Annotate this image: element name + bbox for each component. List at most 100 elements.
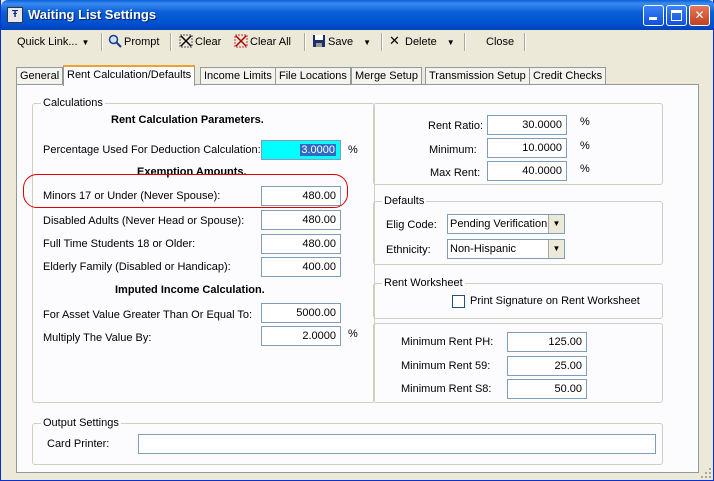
output-settings-legend: Output Settings [41, 417, 121, 429]
toolbar-separator [170, 33, 172, 51]
rent-ratio-group: Rent Ratio: 30.0000 % Minimum: 10.0000 %… [373, 103, 663, 185]
minimum-rent-group: Minimum Rent PH: 125.00 Minimum Rent 59:… [373, 323, 663, 403]
prompt-button[interactable]: Prompt [108, 33, 159, 51]
annotation-oval [23, 174, 348, 208]
clear-all-label: Clear All [250, 36, 291, 48]
min-rent-s8-label: Minimum Rent S8: [401, 383, 492, 395]
imputed-income-heading: Imputed Income Calculation. [115, 284, 265, 296]
toolbar-separator [101, 33, 103, 51]
save-button[interactable]: Save ▼ [312, 33, 371, 51]
rent-ratio-label: Rent Ratio: [428, 120, 484, 132]
minimize-button[interactable] [643, 5, 664, 26]
delete-x-icon: ✕ [389, 34, 400, 49]
window-title: Waiting List Settings [28, 7, 157, 22]
deduction-percentage-field[interactable]: 3.0000 [261, 140, 341, 160]
clear-grid-icon [179, 34, 193, 48]
chevron-down-icon[interactable]: ▼ [548, 240, 564, 258]
clear-all-icon [234, 34, 248, 48]
tab-income-limits[interactable]: Income Limits [200, 67, 276, 85]
tab-credit-checks[interactable]: Credit Checks [529, 67, 607, 85]
print-signature-label[interactable]: Print Signature on Rent Worksheet [470, 295, 640, 307]
toolbar-separator [524, 33, 526, 51]
quick-link-button[interactable]: Quick Link... ▼ [17, 33, 89, 51]
min-rent-ph-field[interactable]: 125.00 [507, 332, 587, 352]
waiting-list-settings-window: Ŧ Waiting List Settings ✕ Quick Link... ▼… [0, 0, 714, 481]
students-label: Full Time Students 18 or Older: [43, 238, 196, 250]
resize-grip-icon[interactable] [700, 467, 712, 479]
elderly-label: Elderly Family (Disabled or Handicap): [43, 261, 231, 273]
max-rent-field[interactable]: 40.0000 [487, 161, 567, 181]
tab-file-locations[interactable]: File Locations [275, 67, 351, 85]
minimum-unit: % [580, 140, 590, 152]
print-signature-checkbox[interactable] [452, 295, 465, 308]
minimize-icon [649, 17, 657, 20]
multiply-unit: % [348, 328, 358, 340]
rent-ratio-unit: % [580, 116, 590, 128]
chevron-down-icon[interactable]: ▼ [548, 215, 564, 233]
close-button[interactable]: Close [486, 33, 514, 51]
tab-transmission-setup[interactable]: Transmission Setup [425, 67, 530, 85]
minimum-field[interactable]: 10.0000 [487, 138, 567, 158]
rent-ratio-field[interactable]: 30.0000 [487, 115, 567, 135]
ethnicity-value: Non-Hispanic [450, 243, 517, 255]
min-rent-s8-field[interactable]: 50.00 [507, 379, 587, 399]
calculations-group: Calculations Rent Calculation Parameters… [32, 97, 375, 403]
toolbar-separator [304, 33, 306, 51]
toolbar-separator [464, 33, 466, 51]
rent-worksheet-group: Rent Worksheet Print Signature on Rent W… [373, 277, 663, 319]
delete-label: Delete [405, 36, 437, 48]
rent-worksheet-legend: Rent Worksheet [382, 277, 465, 289]
title-bar[interactable]: Ŧ Waiting List Settings ✕ [1, 0, 714, 30]
min-rent-ph-label: Minimum Rent PH: [401, 336, 494, 348]
students-field[interactable]: 480.00 [261, 234, 341, 254]
deduction-value: 3.0000 [300, 144, 336, 156]
rent-parameters-heading: Rent Calculation Parameters. [111, 114, 264, 126]
clear-label: Clear [195, 36, 222, 48]
app-icon: Ŧ [7, 7, 23, 23]
min-rent-59-label: Minimum Rent 59: [401, 360, 491, 372]
ethnicity-label: Ethnicity: [386, 244, 431, 256]
elig-code-select[interactable]: Pending Verification ▼ [447, 214, 565, 234]
close-icon: ✕ [694, 8, 705, 22]
multiply-label: Multiply The Value By: [43, 332, 152, 344]
clear-all-button[interactable]: Clear All [234, 33, 291, 51]
calculations-legend: Calculations [41, 97, 105, 109]
deduction-label: Percentage Used For Deduction Calculatio… [43, 144, 261, 156]
multiply-field[interactable]: 2.0000 [261, 326, 341, 346]
max-rent-label: Max Rent: [430, 167, 481, 179]
save-label: Save [328, 36, 354, 48]
minimum-label: Minimum: [429, 144, 477, 156]
tab-rent-calculation-defaults[interactable]: Rent Calculation/Defaults [63, 65, 196, 86]
close-window-button[interactable]: ✕ [689, 5, 710, 26]
disabled-adults-label: Disabled Adults (Never Head or Spouse): [43, 215, 245, 227]
disabled-adults-field[interactable]: 480.00 [261, 210, 341, 230]
max-rent-unit: % [580, 163, 590, 175]
asset-value-field[interactable]: 5000.00 [261, 303, 341, 323]
maximize-icon [671, 10, 682, 21]
prompt-label: Prompt [124, 36, 160, 48]
toolbar: Quick Link... ▼ Prompt Clear Clear All Sa… [4, 30, 712, 54]
ethnicity-select[interactable]: Non-Hispanic ▼ [447, 239, 565, 259]
tab-merge-setup[interactable]: Merge Setup [351, 67, 422, 85]
card-printer-label: Card Printer: [47, 438, 110, 450]
min-rent-59-field[interactable]: 25.00 [507, 356, 587, 376]
elderly-field[interactable]: 400.00 [261, 257, 341, 277]
deduction-unit: % [348, 144, 358, 156]
clear-button[interactable]: Clear [179, 33, 221, 51]
delete-button[interactable]: ✕ Delete ▼ [389, 33, 455, 51]
card-printer-field[interactable] [138, 434, 656, 454]
chevron-down-icon: ▼ [446, 38, 455, 47]
toolbar-separator [381, 33, 383, 51]
elig-code-label: Elig Code: [386, 219, 437, 231]
output-settings-group: Output Settings Card Printer: [32, 417, 663, 465]
tab-general[interactable]: General [16, 67, 64, 85]
maximize-button[interactable] [666, 5, 687, 26]
quick-link-label: Quick Link... [17, 36, 78, 48]
floppy-disk-icon [313, 35, 325, 47]
asset-value-label: For Asset Value Greater Than Or Equal To… [43, 309, 253, 321]
rent-calculation-panel: Calculations Rent Calculation Parameters… [16, 84, 699, 473]
chevron-down-icon: ▼ [363, 38, 371, 47]
elig-code-value: Pending Verification [450, 218, 548, 230]
chevron-down-icon: ▼ [81, 38, 90, 47]
defaults-group: Defaults Elig Code: Pending Verification… [373, 195, 663, 265]
